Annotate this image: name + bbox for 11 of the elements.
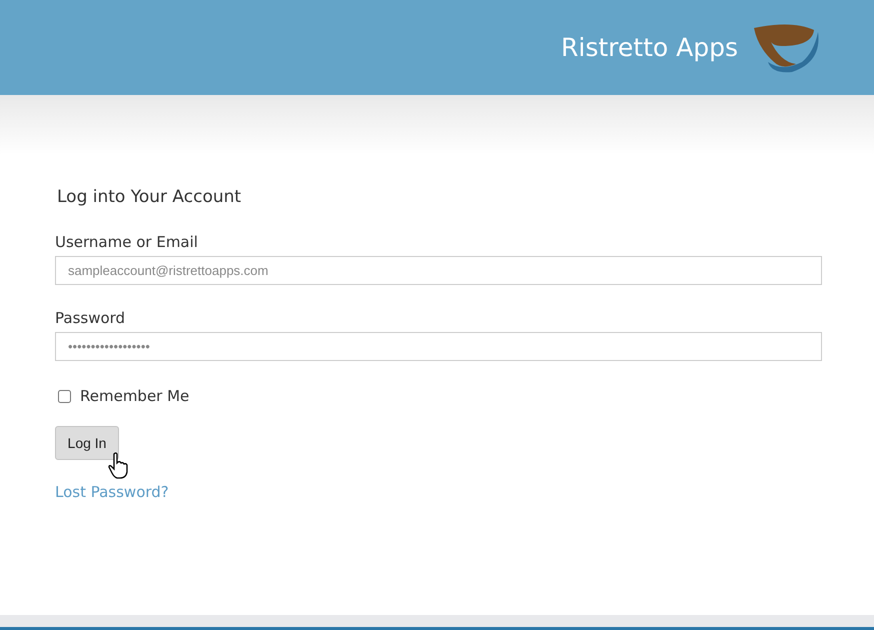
password-field[interactable]: •••••••••••••••••• — [55, 332, 822, 361]
checkbox-label: Remember Me — [80, 387, 190, 405]
lost-password-link[interactable]: Lost Password? — [55, 483, 169, 501]
remember-checkbox[interactable] — [58, 390, 71, 402]
login-button[interactable]: Log In — [55, 426, 119, 460]
field-label: Password — [55, 309, 126, 327]
form-title: Log into Your Account — [57, 187, 242, 207]
username-field[interactable]: sampleaccount@ristrettoapps.com — [55, 256, 822, 285]
brand-name: Ristretto Apps — [561, 33, 738, 62]
field-label: Username or Email — [55, 233, 199, 251]
hand-pointer-icon — [108, 452, 130, 480]
